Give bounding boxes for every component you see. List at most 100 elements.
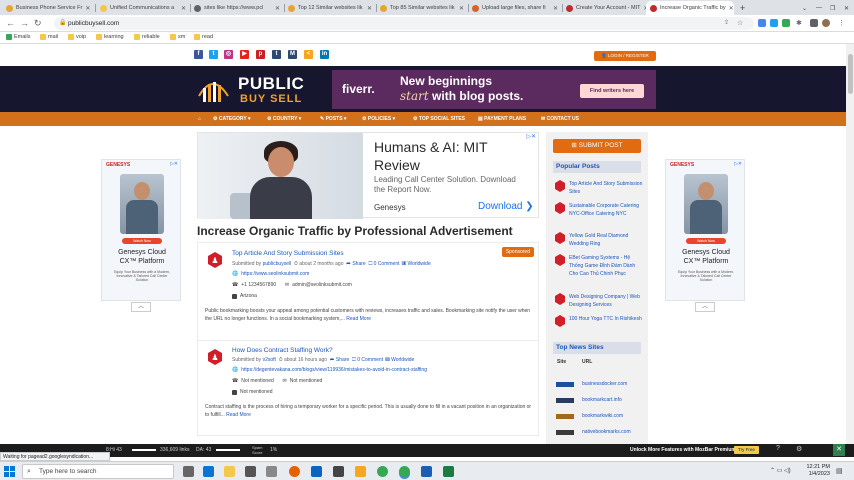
logo-buysell-text[interactable]: BUY SELL (240, 93, 302, 105)
bookmark-reliable[interactable]: reliable (134, 34, 160, 40)
facebook-icon[interactable]: f (194, 50, 203, 59)
ad-watch-button[interactable]: Watch Now (122, 238, 162, 244)
news-site-row[interactable]: businessdocker.com (556, 379, 642, 391)
profile-avatar[interactable] (822, 19, 830, 27)
store-icon[interactable] (245, 466, 256, 477)
tab-upload-files[interactable]: Upload large files, share fi ✕ (468, 1, 562, 15)
bookmark-sm[interactable]: sm (170, 34, 185, 40)
collapse-chevron-up-icon[interactable]: ︿ (131, 302, 151, 312)
fiverr-banner-ad[interactable]: fiverr. New beginnings start with blog p… (332, 70, 656, 109)
sidepanel-icon[interactable] (810, 19, 818, 27)
twitter-icon[interactable]: t (209, 50, 218, 59)
share-icon[interactable]: ⇪ (724, 19, 732, 27)
ad-watch-button[interactable]: Watch Now (686, 238, 726, 244)
file-explorer-icon[interactable] (224, 466, 235, 477)
bookmark-star-icon[interactable]: ☆ (737, 19, 745, 27)
tab-top-85[interactable]: Top 85 Similar websites lik ✕ (376, 1, 468, 15)
app-icon[interactable] (355, 466, 366, 477)
close-window-icon[interactable]: ✕ (840, 1, 852, 15)
forward-icon[interactable]: → (20, 18, 29, 28)
edge-icon[interactable] (203, 466, 214, 477)
menu-category[interactable]: ⚙ CATEGORY ▾ (213, 112, 250, 126)
restore-icon[interactable]: ❐ (826, 1, 838, 15)
news-site-row[interactable]: bookmarkwiki.com (556, 411, 642, 423)
close-tab-icon[interactable]: ✕ (553, 5, 558, 12)
adchoices-icon[interactable]: ▷✕ (526, 133, 536, 140)
collapse-chevron-up-icon[interactable]: ︿ (695, 302, 715, 312)
menu-country[interactable]: ⚙ COUNTRY ▾ (267, 112, 301, 126)
tab-create-account[interactable]: Create Your Account - MIT✕ (562, 1, 646, 15)
windows-start-icon[interactable] (4, 466, 15, 477)
listing-url-link[interactable]: https://degentevakana.com/blogs/view/119… (241, 367, 427, 373)
page-scrollbar[interactable] (846, 44, 854, 444)
bookmark-emails[interactable]: Emails (6, 34, 31, 40)
instagram-icon[interactable]: ◎ (224, 50, 233, 59)
close-tab-icon[interactable]: ✕ (181, 5, 186, 12)
app-icon[interactable] (333, 466, 344, 477)
close-tab-icon[interactable]: ✕ (85, 5, 90, 12)
news-site-row[interactable]: nativebookmarks.com (556, 427, 642, 439)
share-link[interactable]: ➦ Share (330, 357, 349, 363)
bookmark-learning[interactable]: learning (96, 34, 124, 40)
taskbar-clock[interactable]: 12:21 PM 1/4/2023 (796, 464, 830, 478)
scope-link[interactable]: ▥ Worldwide (402, 261, 430, 267)
scope-link[interactable]: ▥ Worldwide (386, 357, 414, 363)
linkedin-icon[interactable]: in (320, 50, 329, 59)
youtube-icon[interactable]: ▶ (240, 50, 249, 59)
tumblr-icon[interactable]: t (272, 50, 281, 59)
logo-bars-icon[interactable] (196, 74, 231, 104)
help-icon[interactable]: ? (776, 445, 780, 452)
extension-icon[interactable] (770, 19, 778, 27)
tab-search-icon[interactable]: ⌄ (798, 1, 810, 15)
listing-title-link[interactable]: How Does Contract Staffing Work? (232, 347, 333, 354)
scrollbar-thumb[interactable] (848, 54, 853, 94)
extensions-puzzle-icon[interactable]: ✱ (796, 19, 804, 27)
firefox-icon[interactable] (289, 466, 300, 477)
menu-contact-us[interactable]: ✉ CONTACT US (541, 112, 579, 126)
menu-kebab-icon[interactable]: ⋮ (838, 19, 846, 27)
excel-icon[interactable] (443, 466, 454, 477)
close-tab-icon[interactable]: ✕ (729, 5, 734, 12)
right-side-ad[interactable]: GENESYS ▷✕ Watch Now Genesys Cloud CX™ P… (665, 159, 745, 301)
logo-public-text[interactable]: PUBLIC (238, 74, 304, 94)
listing-title-link[interactable]: Top Article And Story Submission Sites (232, 250, 344, 257)
menu-policies[interactable]: ⚙ POLICIES ▾ (362, 112, 395, 126)
system-tray-icons[interactable]: ⌃ ▭ ◁) (770, 467, 791, 474)
menu-payment-plans[interactable]: ▤ PAYMENT PLANS (478, 112, 526, 126)
tab-top-12[interactable]: Top 12 Similar websites lik ✕ (284, 1, 376, 15)
settings-gear-icon[interactable]: ⚙ (796, 445, 802, 453)
menu-posts[interactable]: ✎ POSTS ▾ (320, 112, 346, 126)
comments-link[interactable]: ☐ 0 Comment (352, 357, 383, 363)
close-bar-icon[interactable]: ✕ (833, 444, 845, 456)
medium-icon[interactable]: M (288, 50, 297, 59)
new-tab-icon[interactable]: + (736, 1, 748, 15)
try-free-button[interactable]: Try Free (734, 446, 759, 454)
share-network-icon[interactable]: < (304, 50, 313, 59)
comments-link[interactable]: ☐ 0 Comment (368, 261, 399, 267)
share-link[interactable]: ➦ Share (346, 261, 365, 267)
chrome-active-icon[interactable] (399, 466, 410, 477)
reload-icon[interactable]: ↻ (34, 18, 42, 28)
tab-unified-communications[interactable]: Unified Communications a ✕ (96, 1, 190, 15)
bookmark-mail[interactable]: mail (40, 34, 58, 40)
address-bar[interactable]: 🔒 publicbuysell.com (54, 17, 754, 30)
minimize-icon[interactable]: — (812, 1, 824, 15)
ad-download-link[interactable]: Download ❯ (478, 201, 534, 212)
tab-sites-like[interactable]: sites like https://www.pcl ✕ (190, 1, 284, 15)
submit-post-button[interactable]: ⊞ SUBMIT POST (553, 139, 641, 153)
listing-url-link[interactable]: https://www.seolinksubmit.com (241, 271, 309, 277)
close-tab-icon[interactable]: ✕ (459, 5, 464, 12)
task-view-icon[interactable] (183, 466, 194, 477)
left-side-ad[interactable]: GENESYS ▷✕ Watch Now Genesys Cloud CX™ P… (101, 159, 181, 301)
back-icon[interactable]: ← (6, 18, 15, 28)
mit-review-ad[interactable]: Humans & AI: MIT Review Leading Call Cen… (197, 132, 539, 219)
tab-increase-organic-traffic[interactable]: Increase Organic Traffic by ✕ (646, 1, 734, 15)
adchoices-icon[interactable]: ▷✕ (170, 161, 178, 167)
outlook-icon[interactable] (311, 466, 322, 477)
home-icon[interactable]: ⌂ (198, 112, 201, 126)
adchoices-icon[interactable]: ▷✕ (734, 161, 742, 167)
extension-icon[interactable] (758, 19, 766, 27)
tab-business-phone[interactable]: Business Phone Service Fr ✕ (2, 1, 94, 15)
chrome-icon[interactable] (377, 466, 388, 477)
word-icon[interactable] (421, 466, 432, 477)
